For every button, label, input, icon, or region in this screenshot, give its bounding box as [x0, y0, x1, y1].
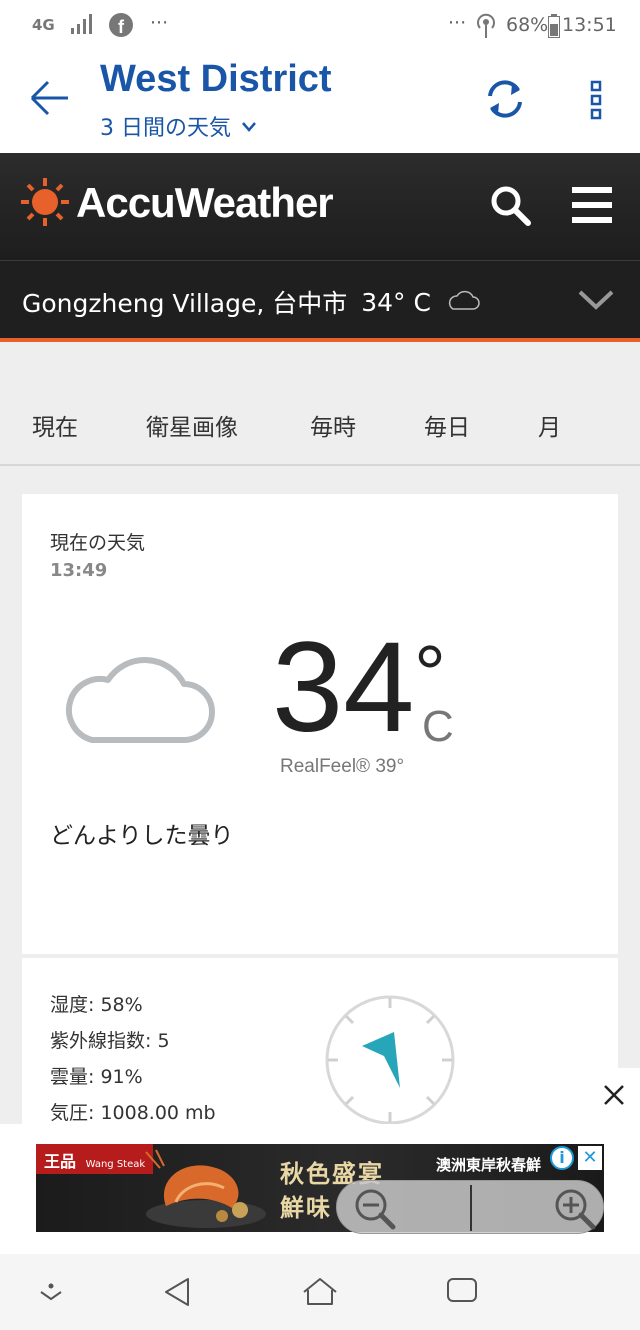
clock: 13:51 [562, 14, 617, 36]
details-card: 湿度: 58% 紫外線指数: 5 雲量: 91% 気圧: 1008.00 mb [22, 958, 618, 1128]
ad-info-icon[interactable]: i [550, 1146, 574, 1170]
back-arrow-icon[interactable] [28, 78, 72, 122]
system-nav-bar [0, 1254, 640, 1330]
close-icon [603, 1084, 625, 1110]
back-icon[interactable] [162, 1276, 194, 1312]
hotspot-icon [474, 11, 498, 44]
wind-compass-icon [324, 994, 456, 1130]
page-title: West District [100, 58, 332, 100]
accuweather-header: AccuWeather [0, 153, 640, 260]
zoom-divider [470, 1185, 472, 1231]
forecast-range-dropdown[interactable]: 3 日間の天気 [100, 110, 257, 142]
tab-now[interactable]: 現在 [32, 408, 78, 442]
more-vert-icon[interactable] [590, 80, 604, 124]
card-title: 現在の天気 [50, 532, 146, 554]
location-name: Gongzheng Village, 台中市 [22, 289, 348, 318]
uv-index: 紫外線指数: 5 [50, 1030, 170, 1052]
brand-logo: AccuWeather [76, 179, 334, 226]
forecast-range-label: 3 日間の天気 [100, 116, 231, 141]
current-temp: 34 [272, 616, 415, 759]
search-icon[interactable] [488, 183, 532, 231]
ad-choices-close-icon[interactable]: ✕ [578, 1146, 602, 1170]
tab-bar: 現在 衛星画像 毎時 毎日 月 [0, 342, 640, 466]
cloud-icon [445, 288, 481, 317]
page: 4G f ··· ··· 68% 13:51 West District 3 日… [0, 0, 640, 1330]
tab-satellite[interactable]: 衛星画像 [146, 408, 238, 442]
status-bar: 4G f ··· ··· 68% 13:51 [0, 0, 640, 54]
zoom-in-icon[interactable] [553, 1187, 597, 1235]
temp-unit: C [422, 702, 454, 751]
ad-subheadline: 鮮味 [280, 1194, 332, 1222]
cloud-cover: 雲量: 91% [50, 1066, 143, 1088]
app-header: West District 3 日間の天気 [0, 54, 640, 154]
notification-dots-right: ··· [448, 12, 467, 34]
shrimp-dish-image [136, 1148, 266, 1232]
tab-daily[interactable]: 毎日 [424, 408, 470, 442]
ad-tagline: 澳洲東岸秋春鮮 [436, 1156, 542, 1174]
tab-hourly[interactable]: 毎時 [310, 408, 356, 442]
recents-icon[interactable] [446, 1276, 478, 1308]
observation-time: 13:49 [50, 560, 108, 581]
notification-dots: ··· [150, 12, 169, 34]
realfeel: RealFeel® 39° [280, 756, 405, 777]
current-weather-card: 現在の天気 13:49 34 ° C RealFeel® 39° どんよりした曇… [22, 494, 618, 954]
svg-text:f: f [118, 17, 125, 37]
humidity: 湿度: 58% [50, 994, 143, 1016]
facebook-icon: f [108, 12, 134, 43]
location-temp: 34° C [361, 287, 431, 317]
battery-percent: 68% [506, 14, 549, 36]
refresh-icon[interactable] [482, 76, 528, 126]
ad-close-button[interactable] [588, 1068, 640, 1124]
menu-icon[interactable] [572, 185, 612, 229]
zoom-out-icon[interactable] [353, 1187, 397, 1235]
cloud-icon [62, 650, 218, 750]
hide-keyboard-icon[interactable] [38, 1282, 64, 1306]
battery-icon [548, 14, 560, 43]
pressure: 気圧: 1008.00 mb [50, 1102, 216, 1124]
ad-brand-name: 王品 [44, 1152, 77, 1171]
zoom-control [336, 1180, 604, 1234]
sun-logo-icon [20, 177, 70, 231]
condition-text: どんよりした曇り [50, 823, 234, 849]
signal-icon [70, 12, 96, 41]
tab-monthly[interactable]: 月 [538, 408, 561, 442]
chevron-down-icon[interactable] [578, 289, 614, 315]
location-bar[interactable]: Gongzheng Village, 台中市 34° C [0, 260, 640, 340]
network-type: 4G [32, 16, 55, 34]
home-icon[interactable] [302, 1276, 338, 1312]
chevron-down-icon [241, 114, 257, 139]
